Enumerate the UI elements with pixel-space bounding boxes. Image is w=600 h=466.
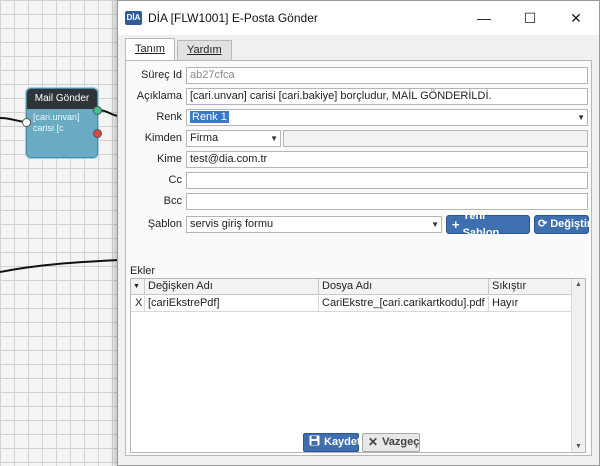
sablon-label: Şablon — [147, 218, 182, 230]
kimden-type-value: Firma — [190, 132, 219, 144]
minimize-button[interactable]: — — [461, 1, 507, 35]
cc-field[interactable] — [186, 172, 588, 189]
window-title: DİA [FLW1001] E-Posta Gönder — [148, 11, 318, 25]
node-title: Mail Gönder — [27, 89, 97, 109]
aciklama-field[interactable]: [cari.unvan] carisi [cari.bakiye] borçlu… — [186, 88, 588, 105]
save-button[interactable]: Kaydet — [303, 433, 361, 452]
degistir-label: Değiştir — [550, 218, 592, 230]
save-icon — [309, 434, 320, 451]
column-header-sikistir[interactable]: Sıkıştır — [489, 279, 571, 295]
close-icon: ✕ — [368, 435, 379, 449]
dialog-client-area: Tanım Yardım Süreç Id ab27cfca Açıklama … — [118, 35, 599, 465]
surec-id-field: ab27cfca — [186, 67, 588, 84]
column-header-degisken[interactable]: Değişken Adı — [145, 279, 319, 295]
sablon-select[interactable]: servis giriş formu ▼ — [186, 216, 442, 233]
surec-id-label: Süreç Id — [141, 69, 182, 81]
degistir-button[interactable]: ⟳ Değiştir — [534, 215, 592, 234]
node-line-1: [cari.unvan] — [33, 112, 80, 122]
vertical-scrollbar[interactable]: ▲ ▼ — [571, 279, 585, 452]
kime-label: Kime — [156, 153, 182, 165]
grid-header: ▼ Değişken Adı Dosya Adı Sıkıştır — [131, 279, 571, 295]
tab-strip: Tanım Yardım — [125, 38, 234, 60]
refresh-icon: ⟳ — [538, 218, 548, 230]
aciklama-label: Açıklama — [136, 90, 182, 102]
aciklama-row: Açıklama [cari.unvan] carisi [cari.bakiy… — [126, 88, 591, 105]
kimden-label: Kimden — [144, 132, 182, 144]
renk-select[interactable]: Renk 1 ▼ — [186, 109, 588, 126]
kime-row: Kime test@dia.com.tr — [126, 151, 591, 168]
scroll-down-icon[interactable]: ▼ — [575, 443, 582, 450]
cc-row: Cc — [126, 172, 591, 189]
sablon-row: Şablon servis giriş formu ▼ + Yeni Şablo… — [126, 210, 592, 239]
kimden-type-select[interactable]: Firma ▼ — [186, 130, 281, 147]
success-port[interactable] — [93, 106, 102, 115]
tab-tanim[interactable]: Tanım — [125, 38, 175, 60]
chevron-down-icon[interactable]: ▼ — [270, 131, 278, 146]
cell-degisken[interactable]: [cariEkstrePdf] — [145, 296, 319, 312]
tanim-panel: Süreç Id ab27cfca Açıklama [cari.unvan] … — [125, 60, 592, 456]
kimden-row: Kimden Firma ▼ — [126, 130, 591, 147]
chevron-down-icon[interactable]: ▼ — [431, 217, 439, 232]
maximize-button[interactable]: ☐ — [507, 1, 553, 35]
app-logo-icon: DİA — [125, 11, 142, 25]
connection-wires — [0, 109, 118, 273]
error-port[interactable] — [93, 129, 102, 138]
table-row[interactable]: X [cariEkstrePdf] CariEkstre_[cari.carik… — [131, 296, 571, 312]
cancel-label: Vazgeç — [382, 436, 420, 448]
grid-menu-chevron-icon[interactable]: ▼ — [131, 279, 145, 295]
save-label: Kaydet — [324, 436, 361, 448]
cancel-button[interactable]: ✕ Vazgeç — [362, 433, 420, 452]
bcc-label: Bcc — [163, 195, 182, 207]
renk-selected-value: Renk 1 — [190, 111, 229, 123]
email-send-dialog: DİA DİA [FLW1001] E-Posta Gönder — ☐ ✕ T… — [117, 0, 600, 466]
cell-sikistir[interactable]: Hayır — [489, 296, 571, 312]
yeni-sablon-button[interactable]: + Yeni Şablon — [446, 210, 530, 239]
title-bar: DİA DİA [FLW1001] E-Posta Gönder — ☐ ✕ — [118, 1, 599, 35]
mail-gonder-node[interactable]: Mail Gönder [cari.unvan] carisi [c — [22, 88, 102, 158]
bcc-field[interactable] — [186, 193, 588, 210]
cell-dosya[interactable]: CariEkstre_[cari.carikartkodu].pdf — [319, 296, 489, 312]
node-line-2: carisi [c — [33, 123, 64, 133]
renk-label: Renk — [156, 111, 182, 123]
surec-id-row: Süreç Id ab27cfca — [126, 67, 591, 84]
attachments-grid: ▼ Değişken Adı Dosya Adı Sıkıştır X [car… — [130, 278, 586, 453]
yeni-sablon-label: Yeni Şablon — [462, 209, 500, 239]
plus-icon: + — [452, 217, 460, 232]
tab-yardim[interactable]: Yardım — [176, 40, 232, 60]
scroll-up-icon[interactable]: ▲ — [575, 281, 582, 288]
cc-label: Cc — [168, 174, 182, 186]
sablon-selected-value: servis giriş formu — [190, 218, 274, 230]
kime-field[interactable]: test@dia.com.tr — [186, 151, 588, 168]
chevron-down-icon[interactable]: ▼ — [577, 110, 585, 125]
input-port[interactable] — [22, 118, 31, 127]
ekler-label: Ekler — [130, 265, 156, 277]
renk-row: Renk Renk 1 ▼ — [126, 109, 591, 126]
column-header-dosya[interactable]: Dosya Adı — [319, 279, 489, 295]
row-delete-marker[interactable]: X — [131, 296, 145, 312]
close-button[interactable]: ✕ — [553, 1, 599, 35]
kimden-field[interactable] — [283, 130, 588, 147]
